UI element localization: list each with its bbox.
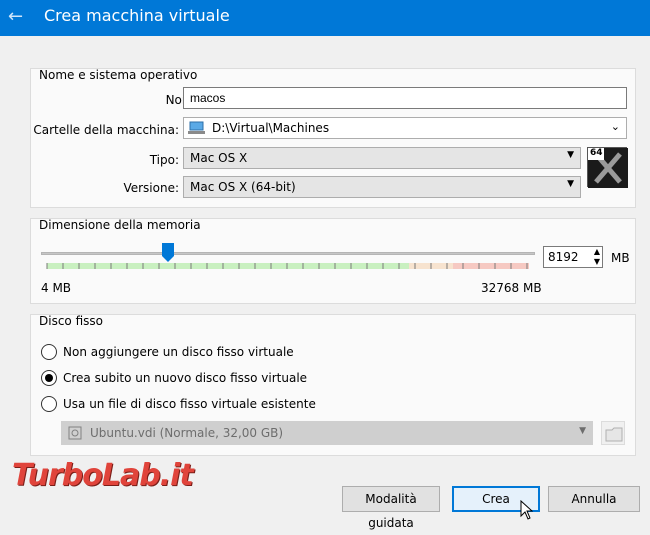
memory-value: 8192 <box>548 250 579 264</box>
guided-mode-button[interactable]: Modalità guidata <box>342 486 440 530</box>
name-os-group-title: Nome e sistema operativo <box>39 68 198 82</box>
disk-file-icon <box>68 426 82 440</box>
version-select[interactable]: Mac OS X (64-bit) ▼ <box>183 176 581 198</box>
spin-down-icon[interactable]: ▼ <box>594 257 600 266</box>
window-title: Crea macchina virtuale <box>44 6 230 25</box>
type-value: Mac OS X <box>190 151 248 165</box>
radio-create-disk[interactable] <box>41 370 57 386</box>
radio-create-disk-label: Crea subito un nuovo disco fisso virtual… <box>63 371 308 385</box>
disk-group: Disco fisso Non aggiungere un disco fiss… <box>30 314 636 456</box>
watermark-text: TurboLab.it <box>12 458 194 493</box>
existing-disk-value: Ubuntu.vdi (Normale, 32,00 GB) <box>90 426 284 440</box>
memory-slider-track[interactable] <box>41 252 535 255</box>
memory-slider-ticks <box>46 263 528 269</box>
name-os-group: Nome e sistema operativo Nome: Cartelle … <box>30 68 636 208</box>
cancel-button[interactable]: Annulla <box>548 486 640 512</box>
radio-existing-disk[interactable] <box>41 396 57 412</box>
version-label: Versione: <box>123 181 179 195</box>
folder-select[interactable]: D:\Virtual\Machines ⌄ <box>183 117 627 139</box>
disk-group-title: Disco fisso <box>39 314 103 328</box>
memory-group-title: Dimensione della memoria <box>39 218 201 232</box>
chevron-down-icon: ⌄ <box>610 120 620 133</box>
memory-min-label: 4 MB <box>41 281 72 295</box>
title-bar: ← Crea macchina virtuale <box>0 0 650 36</box>
folder-drive-icon <box>188 121 205 134</box>
type-select[interactable]: Mac OS X ▼ <box>183 147 581 169</box>
existing-disk-select[interactable]: Ubuntu.vdi (Normale, 32,00 GB) ▼ <box>61 421 593 445</box>
memory-max-label: 32768 MB <box>481 281 542 295</box>
memory-group: Dimensione della memoria 4 MB 32768 MB 8… <box>30 218 636 304</box>
macos-os-icon: 64 <box>587 147 628 188</box>
back-arrow-icon[interactable]: ← <box>8 6 23 27</box>
browse-folder-button[interactable] <box>601 421 625 445</box>
mouse-cursor-icon <box>520 500 534 520</box>
folder-value: D:\Virtual\Machines <box>212 121 330 135</box>
dropdown-arrow-icon: ▼ <box>579 426 586 436</box>
folder-label: Cartelle della macchina: <box>33 123 179 137</box>
os-badge-64: 64 <box>590 148 603 158</box>
memory-slider-thumb[interactable] <box>162 243 174 263</box>
version-value: Mac OS X (64-bit) <box>190 180 296 194</box>
memory-spinbox[interactable]: 8192 ▲ ▼ <box>543 246 603 268</box>
radio-no-disk-label: Non aggiungere un disco fisso virtuale <box>63 345 294 359</box>
dropdown-arrow-icon: ▼ <box>567 179 574 189</box>
dropdown-arrow-icon: ▼ <box>567 150 574 160</box>
radio-existing-disk-label: Usa un file di disco fisso virtuale esis… <box>63 397 316 411</box>
folder-icon <box>605 427 623 442</box>
turbolab-watermark: TurboLab.it <box>12 458 242 498</box>
radio-no-disk[interactable] <box>41 344 57 360</box>
memory-unit: MB <box>611 251 630 265</box>
spin-up-icon[interactable]: ▲ <box>594 247 600 256</box>
type-label: Tipo: <box>149 153 179 167</box>
name-field[interactable] <box>183 87 627 109</box>
